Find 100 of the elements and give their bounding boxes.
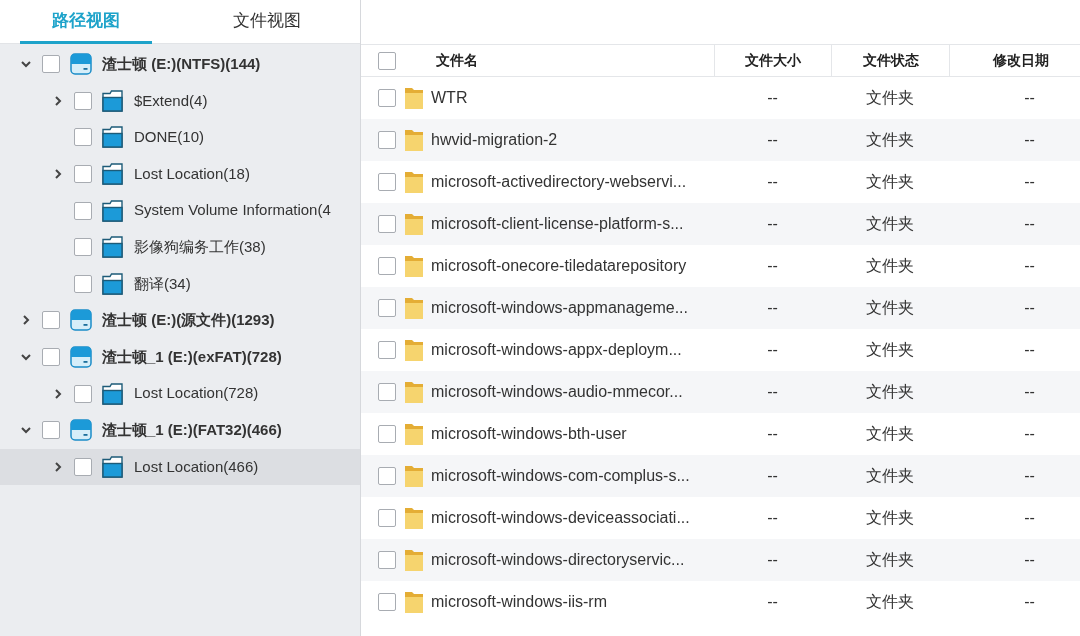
file-status: 文件夹 <box>865 466 915 486</box>
file-name: microsoft-windows-bth-user <box>431 424 627 444</box>
checkbox[interactable] <box>378 341 396 359</box>
tree-row[interactable]: 渣士顿_1 (E:)(exFAT)(728) <box>0 338 360 376</box>
chevron-right-icon[interactable] <box>54 388 62 399</box>
checkbox[interactable] <box>378 509 396 527</box>
checkbox[interactable] <box>378 425 396 443</box>
checkbox[interactable] <box>378 89 396 107</box>
drive-icon <box>70 346 92 369</box>
folder-icon <box>404 254 424 278</box>
file-status: 文件夹 <box>865 256 915 276</box>
drive-label: 渣士顿 (E:)(NTFS)(144) <box>102 54 261 75</box>
folder-icon <box>404 338 424 362</box>
checkbox[interactable] <box>378 551 396 569</box>
folder-icon <box>102 199 123 222</box>
file-size: -- <box>766 214 779 234</box>
column-header[interactable]: 文件大小 <box>714 45 831 76</box>
file-date: -- <box>1023 130 1036 150</box>
file-date: -- <box>1023 172 1036 192</box>
checkbox[interactable] <box>378 257 396 275</box>
folder-label: 翻译(34) <box>134 273 191 294</box>
file-name: microsoft-windows-directoryservic... <box>431 550 685 570</box>
chevron-down-icon[interactable] <box>21 60 31 68</box>
checkbox[interactable] <box>74 128 92 147</box>
chevron-right-icon[interactable] <box>54 169 62 180</box>
checkbox[interactable] <box>42 55 60 74</box>
checkbox[interactable] <box>74 91 92 110</box>
column-header[interactable]: 修改日期 <box>949 45 1080 76</box>
folder-icon <box>404 212 424 236</box>
checkbox[interactable] <box>74 384 92 403</box>
folder-label: Lost Location(728) <box>134 383 259 404</box>
file-status: 文件夹 <box>865 424 915 444</box>
tab[interactable]: 文件视图 <box>201 0 333 44</box>
drive-icon <box>70 309 92 332</box>
file-size: -- <box>766 88 779 108</box>
file-name: hwvid-migration-2 <box>431 130 558 150</box>
file-size: -- <box>766 130 779 150</box>
file-name: microsoft-windows-appmanageme... <box>431 298 688 318</box>
checkbox[interactable] <box>378 51 396 70</box>
folder-label: $Extend(4) <box>134 90 208 111</box>
checkbox[interactable] <box>378 383 396 401</box>
tree-row[interactable]: 渣士顿 (E:)(源文件)(1293) <box>0 302 360 339</box>
checkbox[interactable] <box>74 457 92 476</box>
tree-row[interactable]: System Volume Information(4 <box>0 192 360 229</box>
tree-row[interactable]: Lost Location(466) <box>0 448 360 486</box>
folder-icon <box>404 380 424 404</box>
checkbox[interactable] <box>378 467 396 485</box>
folder-label: System Volume Information(4 <box>134 200 331 221</box>
checkbox[interactable] <box>378 173 396 191</box>
tree-row[interactable]: $Extend(4) <box>0 82 360 120</box>
file-status: 文件夹 <box>865 172 915 192</box>
checkbox[interactable] <box>42 421 60 440</box>
checkbox[interactable] <box>378 131 396 149</box>
tree-row[interactable]: DONE(10) <box>0 119 360 156</box>
drive-label: 渣士顿_1 (E:)(exFAT)(728) <box>102 346 282 367</box>
file-date: -- <box>1023 382 1036 402</box>
column-header[interactable]: 文件状态 <box>831 45 949 76</box>
folder-icon <box>404 590 424 614</box>
chevron-down-icon[interactable] <box>21 353 31 361</box>
checkbox[interactable] <box>378 593 396 611</box>
tree-row[interactable]: Lost Location(18) <box>0 155 360 193</box>
file-size: -- <box>766 466 779 486</box>
folder-label: Lost Location(18) <box>134 163 250 184</box>
tree-row[interactable]: Lost Location(728) <box>0 375 360 412</box>
file-status: 文件夹 <box>865 298 915 318</box>
tree-row[interactable]: 影像狗编务工作(38) <box>0 228 360 266</box>
file-status: 文件夹 <box>865 550 915 570</box>
checkbox[interactable] <box>42 311 60 330</box>
file-name: microsoft-activedirectory-webservi... <box>431 172 687 192</box>
checkbox[interactable] <box>74 274 92 293</box>
checkbox[interactable] <box>74 201 92 220</box>
file-size: -- <box>766 424 779 444</box>
tree-row[interactable]: 翻译(34) <box>0 265 360 303</box>
file-status: 文件夹 <box>865 382 915 402</box>
checkbox[interactable] <box>74 238 92 257</box>
checkbox[interactable] <box>378 299 396 317</box>
file-name: microsoft-windows-deviceassociati... <box>431 508 690 528</box>
file-status: 文件夹 <box>865 340 915 360</box>
chevron-right-icon[interactable] <box>54 95 62 106</box>
folder-icon <box>404 128 424 152</box>
tree-row[interactable]: 渣士顿_1 (E:)(FAT32)(466) <box>0 411 360 449</box>
file-name: microsoft-windows-com-complus-s... <box>431 466 690 486</box>
file-name: WTR <box>431 88 468 108</box>
folder-label: 影像狗编务工作(38) <box>134 237 266 257</box>
checkbox[interactable] <box>74 165 92 184</box>
checkbox[interactable] <box>42 348 60 367</box>
file-size: -- <box>766 298 779 318</box>
tree-row[interactable]: 渣士顿 (E:)(NTFS)(144) <box>0 46 360 83</box>
chevron-down-icon[interactable] <box>21 426 31 434</box>
file-name: microsoft-windows-appx-deploym... <box>431 340 682 360</box>
drive-label: 渣士顿_1 (E:)(FAT32)(466) <box>102 420 282 440</box>
chevron-right-icon[interactable] <box>22 315 30 326</box>
checkbox[interactable] <box>378 215 396 233</box>
column-header[interactable]: 文件名 <box>436 50 478 71</box>
file-status: 文件夹 <box>865 592 915 612</box>
chevron-right-icon[interactable] <box>54 461 62 472</box>
file-date: -- <box>1023 508 1036 528</box>
file-size: -- <box>766 340 779 360</box>
file-size: -- <box>766 508 779 528</box>
file-name: microsoft-windows-iis-rm <box>431 592 607 612</box>
